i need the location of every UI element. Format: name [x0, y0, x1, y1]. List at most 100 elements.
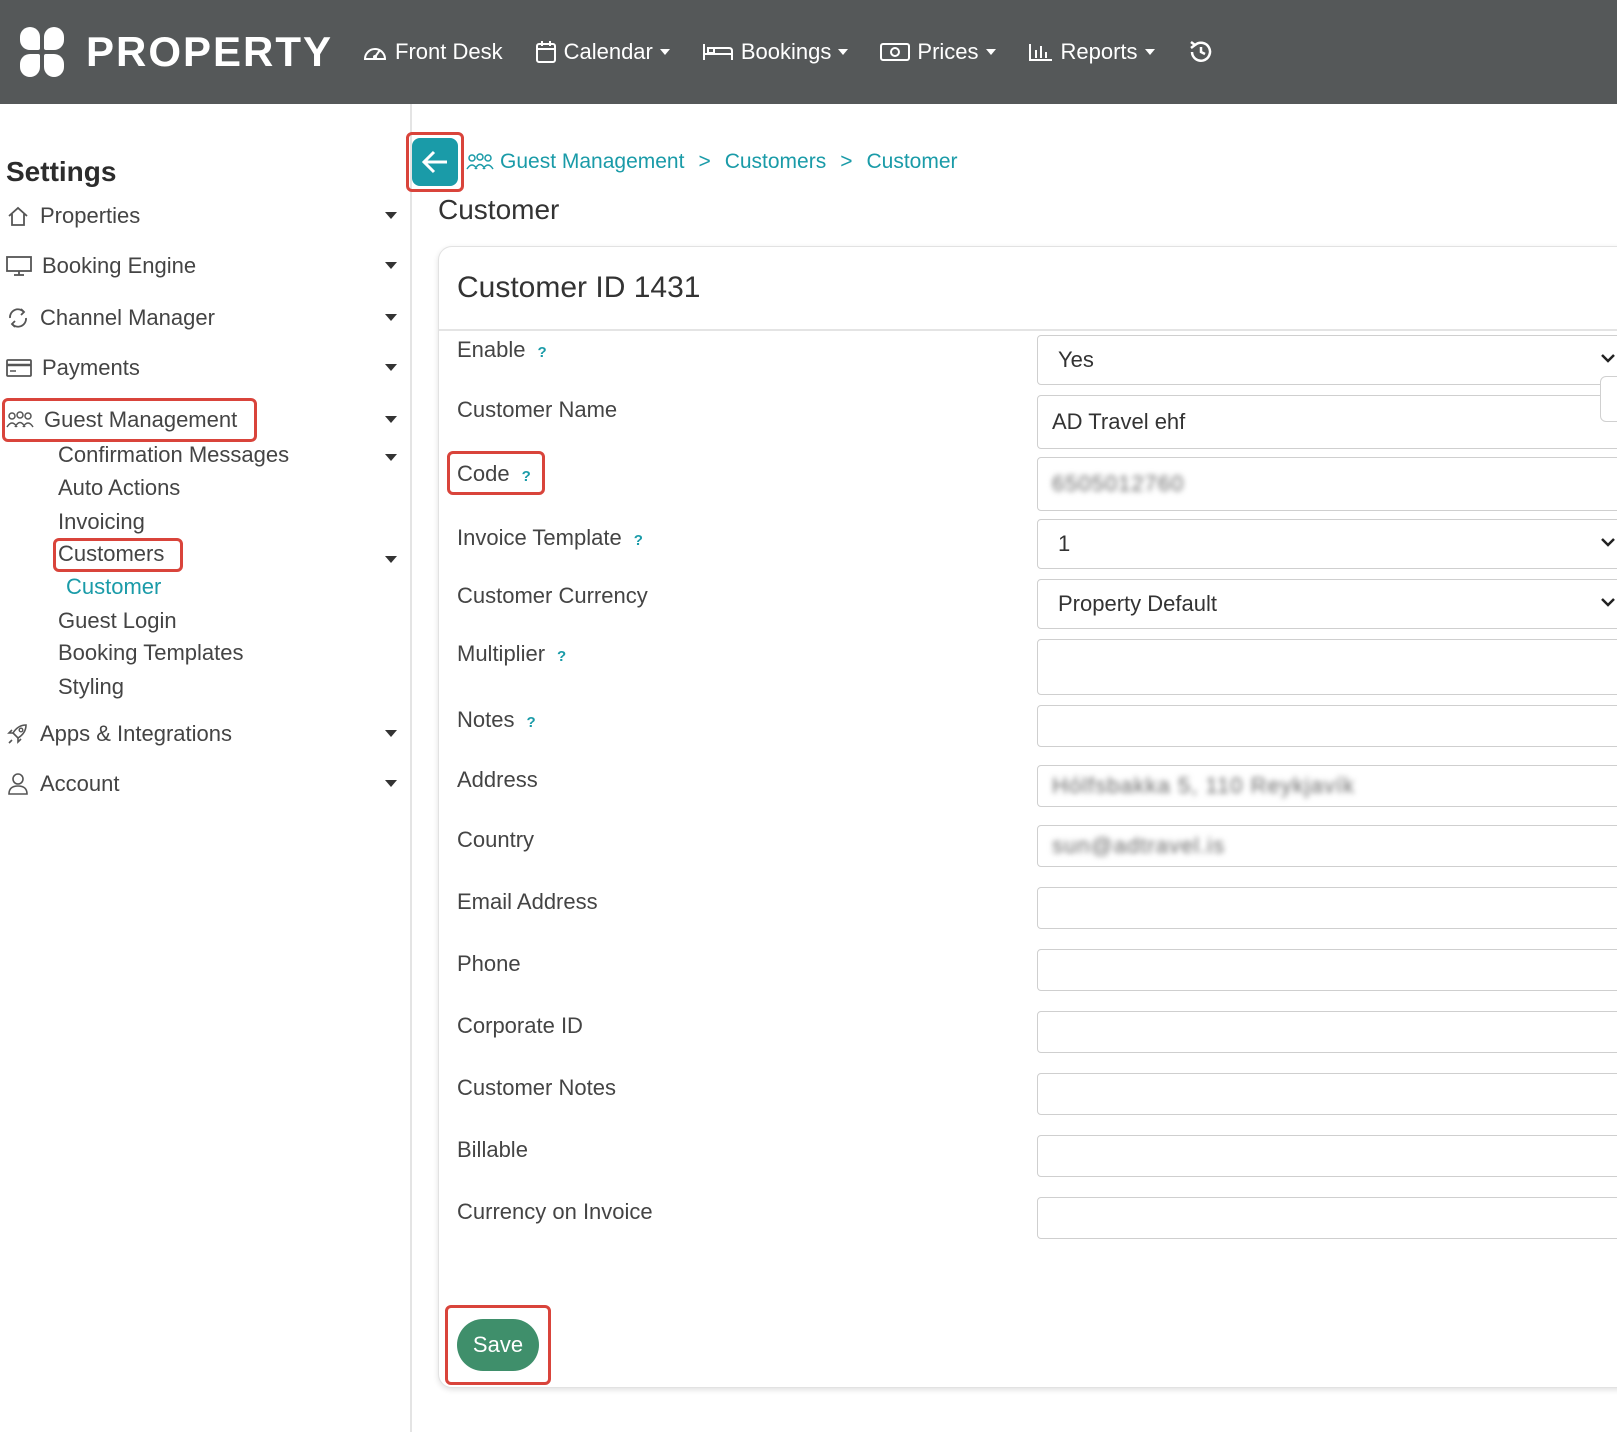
label-text: Country [457, 827, 535, 852]
address-label: Address [457, 767, 538, 793]
address-input[interactable]: Hólfsbakka 5, 110 Reykjavík [1037, 765, 1617, 807]
billable-input[interactable] [1037, 1135, 1617, 1177]
help-icon[interactable]: ? [538, 344, 547, 361]
currency-on-invoice-input[interactable] [1037, 1197, 1617, 1239]
customer-card: Customer ID 1431 Enable ? Yes Customer N… [438, 246, 1617, 1388]
caret-down-icon[interactable] [385, 556, 397, 563]
sidebar-item-label: Guest Management [44, 407, 238, 432]
help-icon[interactable]: ? [557, 648, 566, 665]
history-icon [1189, 41, 1211, 62]
sidebar-item-label: Account [40, 771, 120, 796]
caret-down-icon[interactable] [385, 364, 397, 371]
label-text: Email Address [457, 889, 598, 914]
sidebar-item-account[interactable]: Account [6, 766, 401, 802]
caret-down-icon[interactable] [385, 780, 397, 787]
invoice-template-value: 1 [1058, 531, 1071, 556]
sidebar-sub-booking-templates[interactable]: Booking Templates [58, 640, 244, 666]
label-text: Address [457, 767, 538, 792]
customer-notes-label: Customer Notes [457, 1075, 616, 1101]
sidebar-item-label: Booking Engine [42, 253, 197, 278]
label-text: Customer Name [457, 397, 618, 422]
money-icon [880, 43, 911, 61]
nav-bookings[interactable]: Bookings [702, 39, 849, 65]
nav-reports[interactable]: Reports [1028, 39, 1155, 65]
invoice-template-select[interactable]: 1 [1037, 519, 1617, 569]
sidebar-sub-auto-actions[interactable]: Auto Actions [58, 475, 180, 501]
corporate-id-input[interactable] [1037, 1011, 1617, 1053]
sidebar-item-label: Channel Manager [40, 305, 215, 330]
caret-down-icon[interactable] [385, 454, 397, 461]
breadcrumb-guest-management[interactable]: Guest Management [500, 150, 684, 174]
credit-card-icon [6, 359, 32, 377]
customer-name-input[interactable]: AD Travel ehf [1037, 395, 1617, 449]
currency-on-invoice-label: Currency on Invoice [457, 1199, 653, 1225]
notes-label: Notes ? [457, 707, 536, 733]
code-input[interactable]: 6505012760 [1037, 457, 1617, 511]
nav-calendar[interactable]: Calendar [535, 39, 670, 65]
brand-logo[interactable]: PROPERTY [20, 27, 340, 77]
caret-down-icon[interactable] [385, 730, 397, 737]
sidebar-item-channel-manager[interactable]: Channel Manager [6, 300, 401, 336]
nav-prices[interactable]: Prices [880, 39, 996, 65]
sidebar-item-apps-integrations[interactable]: Apps & Integrations [6, 716, 401, 752]
country-label: Country [457, 827, 534, 853]
customer-currency-label: Customer Currency [457, 583, 648, 609]
notes-input[interactable] [1037, 705, 1617, 747]
feedback-tab[interactable] [1600, 376, 1617, 422]
help-icon[interactable]: ? [522, 468, 531, 485]
label-text: Notes [457, 707, 515, 732]
breadcrumb-customers[interactable]: Customers [725, 150, 827, 174]
sidebar-sub-guest-login[interactable]: Guest Login [58, 608, 177, 634]
sidebar-item-guest-management[interactable]: Guest Management [6, 402, 401, 438]
back-button[interactable] [412, 138, 458, 186]
enable-select[interactable]: Yes [1037, 335, 1617, 385]
caret-down-icon[interactable] [385, 212, 397, 219]
sidebar-item-payments[interactable]: Payments [6, 350, 401, 386]
people-icon [466, 153, 494, 170]
label-text: Currency on Invoice [457, 1199, 653, 1224]
sidebar-sub-invoicing[interactable]: Invoicing [58, 509, 145, 535]
nav-bookings-label: Bookings [740, 39, 832, 64]
label-text: Invoice Template [457, 525, 622, 550]
breadcrumb-separator: > [698, 150, 711, 173]
sidebar-item-booking-engine[interactable]: Booking Engine [6, 248, 401, 284]
sidebar-item-properties[interactable]: Properties [6, 198, 401, 234]
nav-front-desk[interactable]: Front Desk [362, 39, 503, 65]
label-text: Customer Notes [457, 1075, 616, 1100]
top-navbar: PROPERTY Front Desk Calendar Bookings Pr… [0, 0, 1617, 104]
sidebar-sub-customers[interactable]: Customers [58, 541, 164, 567]
customer-name-value: AD Travel ehf [1052, 409, 1186, 434]
caret-down-icon[interactable] [385, 262, 397, 269]
sidebar-item-label: Payments [42, 355, 140, 380]
speedometer-icon [363, 48, 387, 60]
multiplier-input[interactable] [1037, 639, 1617, 695]
breadcrumb-customer[interactable]: Customer [867, 150, 958, 174]
code-label: Code ? [457, 461, 531, 487]
chevron-down-icon [985, 49, 996, 55]
customer-name-label: Customer Name [457, 397, 617, 423]
caret-down-icon[interactable] [385, 314, 397, 321]
bar-chart-icon [1028, 44, 1052, 61]
code-value: 6505012760 [1052, 471, 1185, 496]
save-button[interactable]: Save [457, 1319, 539, 1371]
help-icon[interactable]: ? [526, 714, 535, 731]
chevron-down-icon [1601, 598, 1615, 607]
sidebar-sub-styling[interactable]: Styling [58, 674, 124, 700]
nav-prices-label: Prices [917, 39, 979, 64]
email-input[interactable] [1037, 887, 1617, 929]
help-icon[interactable]: ? [634, 532, 643, 549]
sidebar-sub-customer-active[interactable]: Customer [66, 574, 161, 600]
billable-label: Billable [457, 1137, 528, 1163]
sidebar-item-label: Properties [40, 203, 141, 228]
sidebar-sub-confirmation-messages[interactable]: Confirmation Messages [58, 442, 289, 468]
user-icon [8, 773, 28, 795]
phone-input[interactable] [1037, 949, 1617, 991]
chevron-down-icon [838, 49, 849, 55]
customer-currency-select[interactable]: Property Default [1037, 579, 1617, 629]
people-icon [6, 411, 34, 428]
nav-history[interactable] [1187, 38, 1222, 66]
caret-down-icon[interactable] [385, 416, 397, 423]
country-input[interactable]: sun@adtravel.is [1037, 825, 1617, 867]
customer-notes-input[interactable] [1037, 1073, 1617, 1115]
chevron-down-icon [659, 49, 670, 55]
